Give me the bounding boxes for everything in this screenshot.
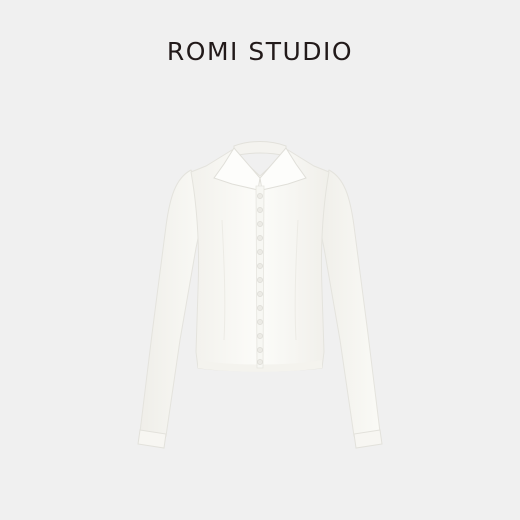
button bbox=[257, 249, 263, 255]
button bbox=[257, 263, 263, 269]
button bbox=[257, 305, 263, 311]
button bbox=[257, 207, 263, 213]
button bbox=[257, 333, 263, 339]
button bbox=[257, 359, 263, 365]
button bbox=[257, 291, 263, 297]
button bbox=[257, 277, 263, 283]
back-collar bbox=[233, 141, 287, 157]
button bbox=[257, 347, 263, 353]
button bbox=[257, 193, 263, 199]
button-placket bbox=[255, 185, 265, 369]
product-photo[interactable] bbox=[0, 0, 520, 520]
product-canvas: ROMI STUDIO bbox=[0, 0, 520, 520]
button bbox=[257, 319, 263, 325]
button bbox=[257, 221, 263, 227]
button bbox=[257, 235, 263, 241]
